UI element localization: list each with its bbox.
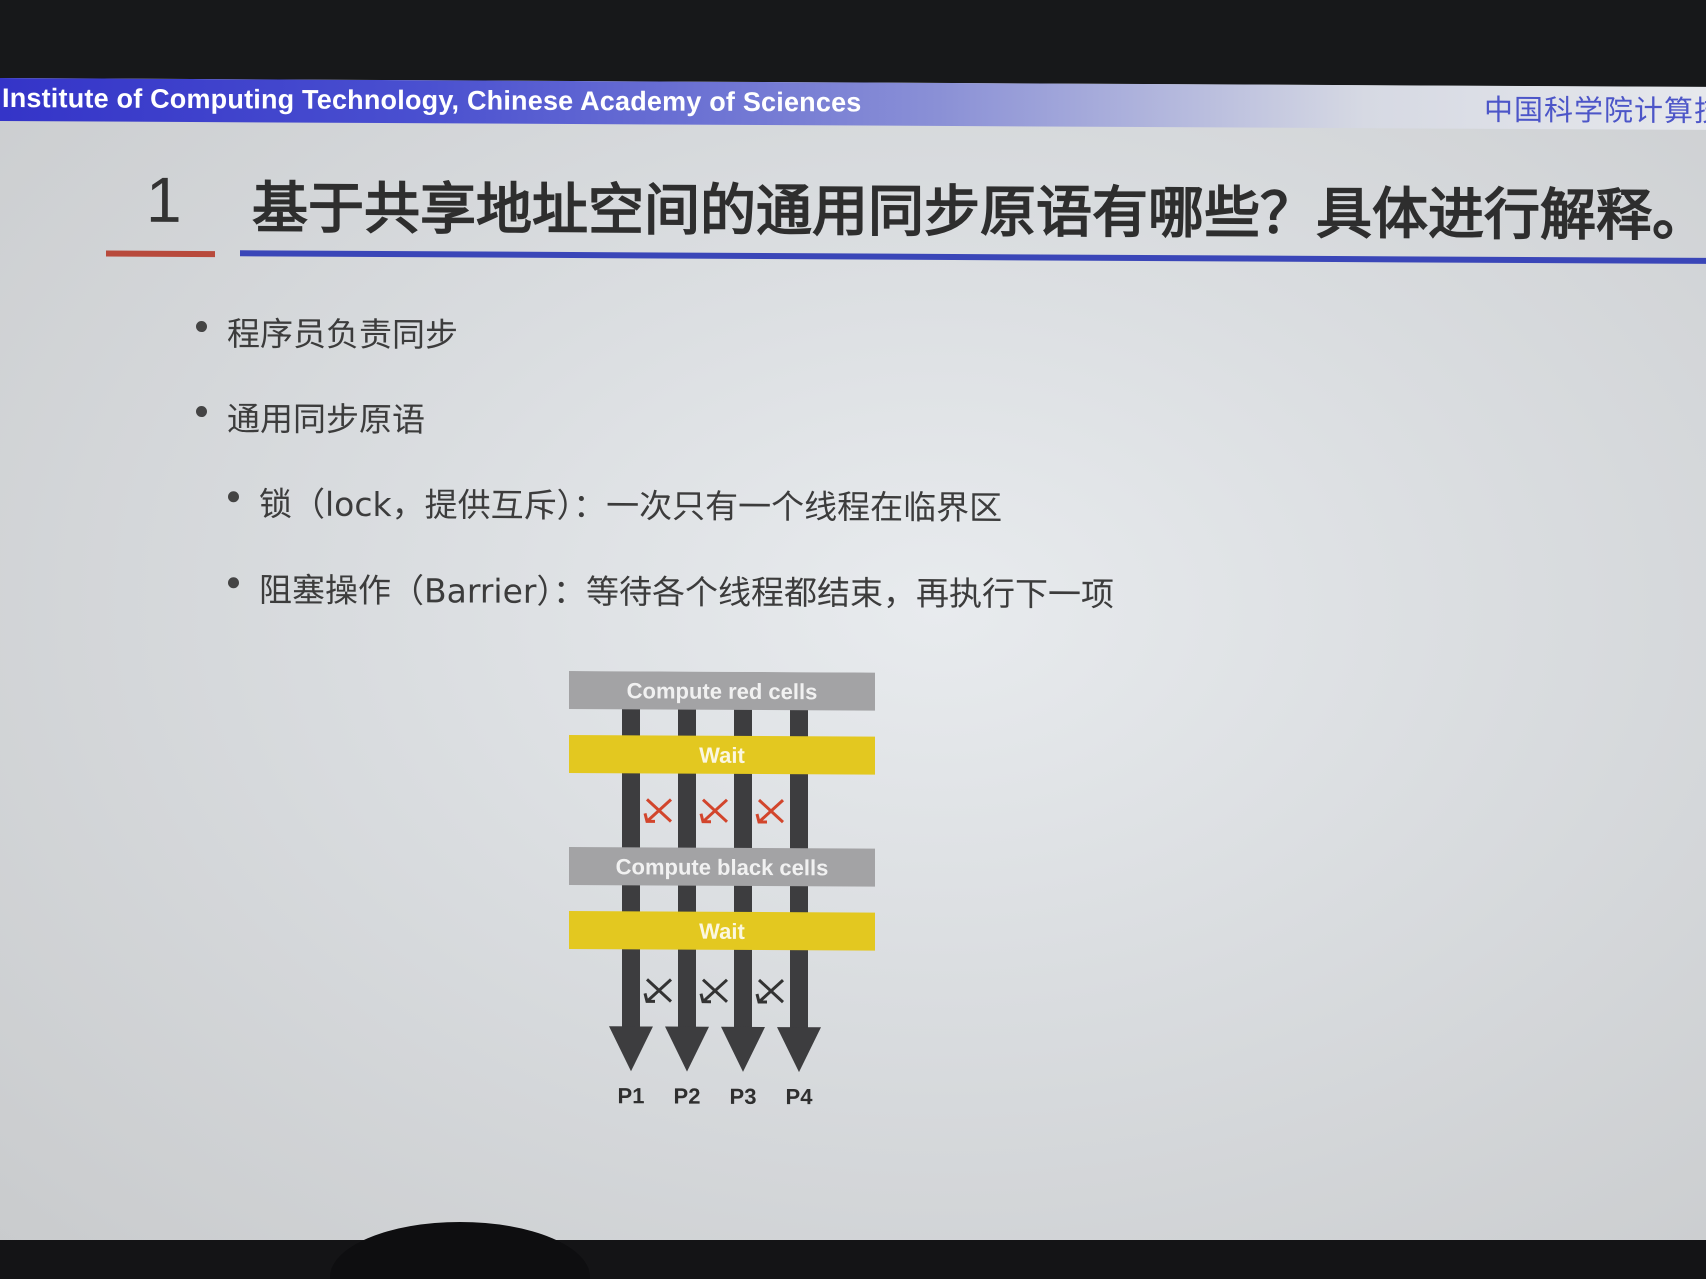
bullet-text: 锁（lock，提供互斥）：一次只有一个线程在临界区 bbox=[259, 484, 1003, 528]
room-dark-bottom bbox=[0, 1240, 1706, 1279]
slide-number: 1 bbox=[146, 163, 182, 236]
projected-slide: Institute of Computing Technology, Chine… bbox=[0, 78, 1706, 1255]
slide-number-underline bbox=[106, 250, 215, 258]
black-cross-arrows-icon bbox=[643, 978, 785, 1004]
wait-label-1: Wait bbox=[699, 743, 745, 768]
bullet-dot-icon bbox=[196, 321, 207, 333]
barrier-diagram: Compute red cells Wait Compute black cel… bbox=[569, 670, 875, 1109]
bullet-item: 程序员负责同步 bbox=[196, 307, 458, 356]
sub-bullet-item: 阻塞操作（Barrier）：等待各个线程都结束，再执行下一项 bbox=[228, 563, 1114, 616]
institute-name-zh: 中国科学院计算技 bbox=[1483, 92, 1706, 129]
bullet-dot-icon bbox=[228, 491, 239, 503]
slide-title: 基于共享地址空间的通用同步原语有哪些？具体进行解释。 bbox=[252, 176, 1706, 249]
processor-label-p1: P1 bbox=[618, 1083, 645, 1108]
bullet-text: 通用同步原语 bbox=[227, 399, 425, 440]
bullet-dot-icon bbox=[196, 406, 207, 418]
title-underline bbox=[240, 250, 1706, 264]
processor-label-p3: P3 bbox=[730, 1084, 757, 1109]
bullet-text: 阻塞操作（Barrier）：等待各个线程都结束，再执行下一项 bbox=[259, 570, 1114, 614]
processor-label-p4: P4 bbox=[786, 1084, 814, 1109]
institute-name-en: Institute of Computing Technology, Chine… bbox=[2, 83, 862, 118]
bullet-text: 程序员负责同步 bbox=[227, 314, 458, 355]
red-cross-arrows-icon bbox=[643, 798, 785, 824]
compute-red-label: Compute red cells bbox=[627, 678, 818, 704]
arrow-head-p1 bbox=[609, 1026, 653, 1072]
header-band: Institute of Computing Technology, Chine… bbox=[0, 78, 1706, 130]
bullet-dot-icon bbox=[228, 577, 239, 589]
processor-label-p2: P2 bbox=[674, 1084, 701, 1109]
arrow-head-p2 bbox=[665, 1026, 709, 1072]
photo-frame: Institute of Computing Technology, Chine… bbox=[0, 0, 1706, 1279]
compute-black-label: Compute black cells bbox=[616, 854, 829, 880]
arrow-head-p4 bbox=[777, 1027, 821, 1073]
bullet-item: 通用同步原语 bbox=[196, 392, 425, 441]
sub-bullet-item: 锁（lock，提供互斥）：一次只有一个线程在临界区 bbox=[228, 477, 1002, 529]
wait-label-2: Wait bbox=[699, 919, 745, 944]
arrow-head-p3 bbox=[721, 1026, 765, 1072]
